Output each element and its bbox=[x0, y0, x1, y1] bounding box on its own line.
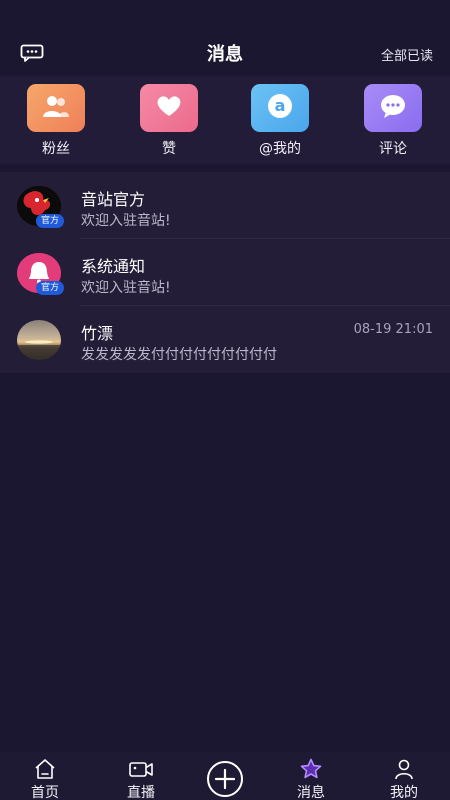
message-list: 官方 音站官方 欢迎入驻音站! 官方 系统通知 欢迎入驻音站! 竹漂 08-19… bbox=[0, 172, 450, 373]
tab-messages[interactable]: 消息 bbox=[281, 758, 341, 800]
shortcut-bar: 粉丝 赞 a @我的 评论 bbox=[0, 76, 450, 164]
avatar: 官方 bbox=[17, 186, 64, 228]
comment-icon bbox=[378, 92, 408, 124]
mark-all-read-button[interactable]: 全部已读 bbox=[381, 45, 433, 64]
message-preview: 欢迎入驻音站! bbox=[81, 213, 171, 229]
at-icon: a bbox=[265, 91, 295, 125]
fans-icon bbox=[41, 93, 71, 123]
list-item[interactable]: 官方 系统通知 欢迎入驻音站! bbox=[0, 239, 450, 306]
status-bar bbox=[0, 0, 450, 30]
heart-icon bbox=[155, 94, 183, 122]
home-icon bbox=[15, 758, 75, 780]
message-sender: 音站官方 bbox=[81, 190, 146, 209]
tab-home-label: 首页 bbox=[31, 785, 59, 800]
fans-tile bbox=[27, 84, 85, 132]
shortcut-fans-label: 粉丝 bbox=[42, 141, 70, 157]
shortcut-mentions[interactable]: a @我的 bbox=[250, 84, 310, 158]
chat-dots-icon[interactable] bbox=[20, 44, 44, 62]
bottom-tab-bar: 首页 直播 消息 我的 bbox=[0, 752, 450, 800]
header: 消息 全部已读 bbox=[0, 30, 450, 76]
svg-text:a: a bbox=[275, 96, 286, 115]
likes-tile bbox=[140, 84, 198, 132]
shortcut-comments[interactable]: 评论 bbox=[363, 84, 423, 158]
tab-profile-label: 我的 bbox=[390, 785, 418, 800]
star-icon bbox=[281, 758, 341, 780]
official-badge: 官方 bbox=[36, 214, 64, 228]
tab-live[interactable]: 直播 bbox=[111, 758, 171, 800]
shortcut-likes-label: 赞 bbox=[162, 141, 176, 157]
official-badge: 官方 bbox=[36, 281, 64, 295]
add-circle-icon[interactable] bbox=[204, 760, 246, 798]
shortcut-comments-label: 评论 bbox=[379, 141, 407, 157]
message-sender: 竹漂 bbox=[81, 324, 114, 343]
page-title: 消息 bbox=[207, 44, 243, 65]
tab-profile[interactable]: 我的 bbox=[374, 758, 434, 800]
tab-home[interactable]: 首页 bbox=[15, 758, 75, 800]
video-icon bbox=[111, 758, 171, 780]
shortcut-fans[interactable]: 粉丝 bbox=[26, 84, 86, 158]
mentions-tile: a bbox=[251, 84, 309, 132]
user-icon bbox=[374, 758, 434, 780]
shortcut-mentions-label: @我的 bbox=[259, 141, 301, 157]
message-sender: 系统通知 bbox=[81, 257, 146, 276]
list-item[interactable]: 竹漂 08-19 21:01 发发发发发付付付付付付付付付 bbox=[0, 306, 450, 373]
shortcut-likes[interactable]: 赞 bbox=[139, 84, 199, 158]
tab-live-label: 直播 bbox=[127, 785, 155, 800]
comments-tile bbox=[364, 84, 422, 132]
list-item[interactable]: 官方 音站官方 欢迎入驻音站! bbox=[0, 172, 450, 239]
message-preview: 发发发发发付付付付付付付付付 bbox=[81, 347, 277, 363]
message-time: 08-19 21:01 bbox=[353, 322, 433, 337]
avatar bbox=[17, 320, 63, 360]
avatar: 官方 bbox=[17, 253, 64, 295]
message-preview: 欢迎入驻音站! bbox=[81, 280, 171, 296]
tab-messages-label: 消息 bbox=[297, 785, 325, 800]
